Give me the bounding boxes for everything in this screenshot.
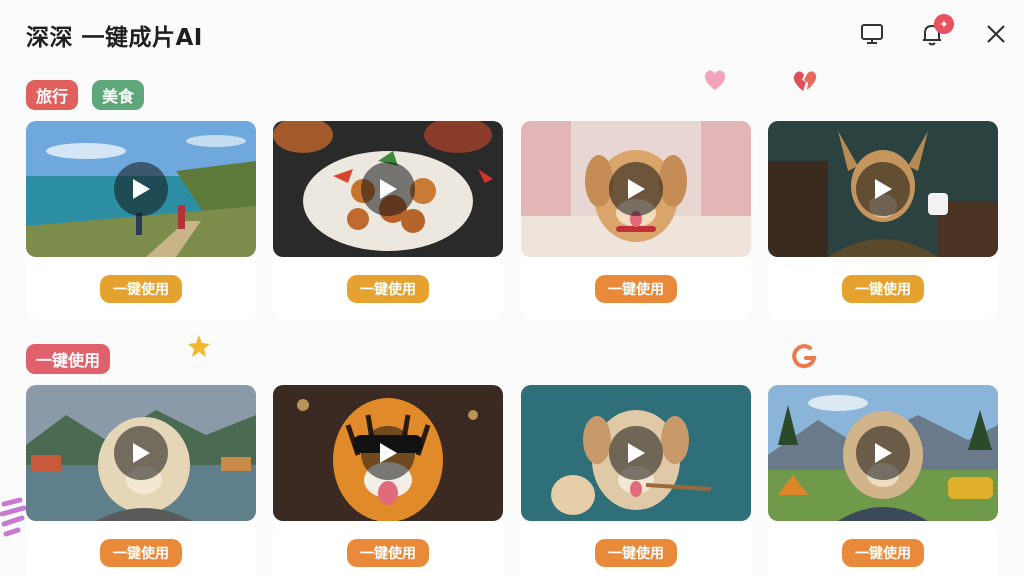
thumbnail-dog-lake-town[interactable]: [26, 385, 256, 521]
card-footer: 一键使用: [521, 521, 751, 576]
card-footer: 一键使用: [26, 257, 256, 319]
play-button[interactable]: [609, 162, 663, 216]
card-footer: 一键使用: [768, 521, 998, 576]
play-button[interactable]: [114, 426, 168, 480]
tag-one-click-label: 一键使用: [36, 351, 101, 370]
broken-heart-sticker-icon: [793, 71, 817, 91]
card-footer: 一键使用: [768, 257, 998, 319]
template-card[interactable]: 一键使用: [26, 121, 256, 319]
play-button[interactable]: [856, 162, 910, 216]
close-icon[interactable]: [982, 20, 1010, 48]
play-button[interactable]: [856, 426, 910, 480]
notification-badge: ✦: [934, 14, 954, 34]
star-sticker-icon: [188, 335, 210, 357]
play-button[interactable]: [609, 426, 663, 480]
play-button[interactable]: [114, 162, 168, 216]
monitor-icon[interactable]: [858, 20, 886, 48]
card-footer: 一键使用: [521, 257, 751, 319]
template-card[interactable]: 一键使用: [26, 385, 256, 576]
use-template-button[interactable]: 一键使用: [100, 275, 182, 303]
thumbnail-dog-mountain-camp[interactable]: [768, 385, 998, 521]
use-template-button[interactable]: 一键使用: [842, 539, 924, 567]
app-title: 深深 一键成片AI: [26, 25, 203, 51]
tag-travel[interactable]: 旅行: [26, 80, 79, 110]
play-button[interactable]: [361, 162, 415, 216]
use-template-button[interactable]: 一键使用: [842, 275, 924, 303]
tag-travel-label: 旅行: [36, 87, 69, 106]
heart-sticker-icon: [704, 70, 726, 90]
template-card[interactable]: 一键使用: [768, 385, 998, 576]
card-footer: 一键使用: [26, 521, 256, 576]
thumbnail-dog-coffee[interactable]: [768, 121, 998, 257]
brush-stroke-sticker-icon: [0, 497, 27, 537]
use-template-button[interactable]: 一键使用: [595, 539, 677, 567]
template-card[interactable]: 一键使用: [521, 121, 751, 319]
thumbnail-coastal-hike[interactable]: [26, 121, 256, 257]
thumbnail-puppy-sofa[interactable]: [521, 121, 751, 257]
tag-food[interactable]: 美食: [92, 80, 145, 110]
template-card[interactable]: 一键使用: [768, 121, 998, 319]
use-template-button[interactable]: 一键使用: [595, 275, 677, 303]
swirl-sticker-icon: [792, 344, 817, 369]
template-card[interactable]: 一键使用: [273, 121, 503, 319]
use-template-button[interactable]: 一键使用: [347, 539, 429, 567]
thumbnail-tiger-sunglasses[interactable]: [273, 385, 503, 521]
template-card[interactable]: 一键使用: [521, 385, 751, 576]
play-button[interactable]: [361, 426, 415, 480]
use-template-button[interactable]: 一键使用: [100, 539, 182, 567]
thumbnail-puppy-paintbrush[interactable]: [521, 385, 751, 521]
tag-one-click[interactable]: 一键使用: [26, 344, 111, 374]
template-card[interactable]: 一键使用: [273, 385, 503, 576]
card-footer: 一键使用: [273, 521, 503, 576]
thumbnail-food-plate[interactable]: [273, 121, 503, 257]
use-template-button[interactable]: 一键使用: [347, 275, 429, 303]
card-footer: 一键使用: [273, 257, 503, 319]
tag-food-label: 美食: [102, 87, 135, 106]
